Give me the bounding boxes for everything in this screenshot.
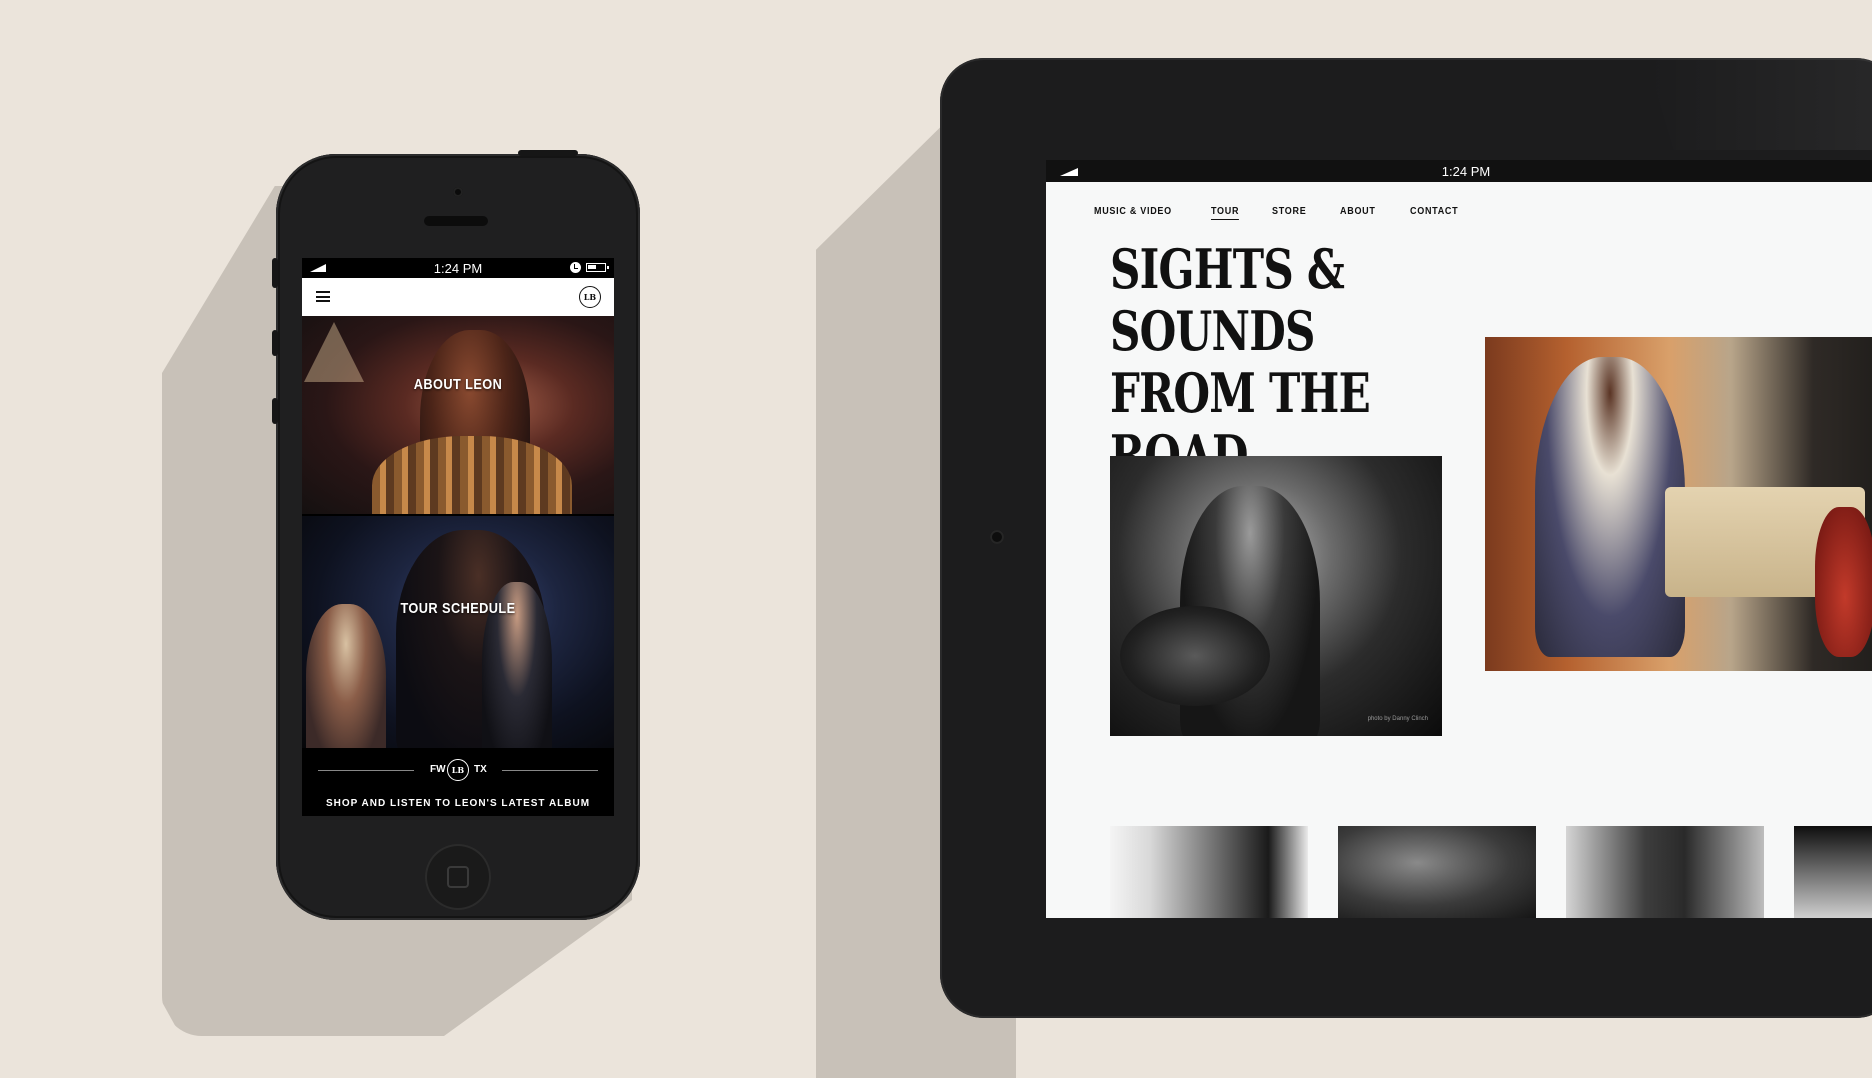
divider (318, 770, 414, 771)
phone-side-button-volume-up (272, 330, 278, 356)
guitarist-bw-photo[interactable]: photo by Danny Clinch (1110, 456, 1442, 736)
backup-singer-photo (306, 604, 386, 748)
status-bar: 1:24 PM (302, 258, 614, 278)
photo-credit: photo by Danny Clinch (1367, 716, 1428, 722)
status-time: 1:24 PM (1441, 163, 1491, 179)
gallery-thumb[interactable] (1110, 826, 1308, 918)
alarm-clock-icon (570, 262, 581, 273)
home-button[interactable] (425, 844, 491, 910)
speaker-grille (424, 216, 488, 226)
nav-item-music-video[interactable]: MUSIC & VIDEO (1094, 206, 1172, 220)
red-guitar-graphic (1815, 507, 1872, 657)
mobile-footer: FW LB TX SHOP AND LISTEN TO LEON'S LATES… (302, 748, 614, 816)
gallery-thumb[interactable] (1794, 826, 1872, 918)
main-nav: MUSIC & VIDEO TOUR STORE ABOUT CONTACT (1094, 206, 1463, 220)
nav-item-tour[interactable]: TOUR (1210, 206, 1239, 220)
camera-icon (453, 187, 463, 197)
footer-logo: LB (447, 759, 469, 781)
phone-top-button (518, 150, 578, 156)
footer-state: TX (474, 764, 487, 775)
menu-icon[interactable] (316, 291, 330, 302)
site-logo[interactable]: LB (579, 286, 601, 308)
smartphone-device: 1:24 PM LB ABOUT LEON TOUR SCHEDULE FW L… (272, 150, 640, 920)
signal-icon (1060, 168, 1078, 176)
camera-icon (990, 530, 1004, 544)
tile-tour-schedule[interactable]: TOUR SCHEDULE (302, 516, 614, 748)
flag-star-graphic (304, 322, 364, 382)
phone-side-button-volume-down (272, 398, 278, 424)
studio-color-photo[interactable] (1485, 337, 1872, 671)
tile-label: ABOUT LEON (413, 376, 503, 393)
tablet-screen: 1:24 PM MUSIC & VIDEO TOUR STORE ABOUT C… (1046, 160, 1872, 918)
guitar-graphic (1120, 606, 1270, 706)
nav-item-about[interactable]: ABOUT (1340, 206, 1376, 220)
page-title: SIGHTS & SOUNDS FROM THE ROAD (1110, 238, 1391, 486)
tile-about-leon[interactable]: ABOUT LEON (302, 316, 614, 514)
glass-reflection (1646, 58, 1872, 150)
signal-icon (310, 264, 326, 272)
gallery-thumb[interactable] (1566, 826, 1764, 918)
status-bar: 1:24 PM (1046, 160, 1872, 182)
gallery-thumb[interactable] (1338, 826, 1536, 918)
tile-label: TOUR SCHEDULE (400, 600, 516, 617)
shirt-graphic (372, 436, 572, 514)
nav-item-store[interactable]: STORE (1272, 206, 1306, 220)
status-time: 1:24 PM (433, 260, 483, 276)
nav-item-contact[interactable]: CONTACT (1410, 206, 1458, 220)
divider (502, 770, 598, 771)
phone-screen: 1:24 PM LB ABOUT LEON TOUR SCHEDULE FW L… (302, 258, 614, 816)
tablet-device: 1:24 PM MUSIC & VIDEO TOUR STORE ABOUT C… (940, 58, 1872, 1018)
footer-city: FW (430, 764, 446, 775)
seated-guitarist-figure (1535, 357, 1685, 657)
phone-side-button-mute (272, 258, 278, 288)
battery-icon (586, 263, 609, 272)
page-title-line-1: SIGHTS & SOUNDS (1110, 237, 1345, 363)
shop-cta-link[interactable]: SHOP AND LISTEN TO LEON'S LATEST ALBUM (302, 798, 614, 809)
mobile-header: LB (302, 278, 614, 316)
